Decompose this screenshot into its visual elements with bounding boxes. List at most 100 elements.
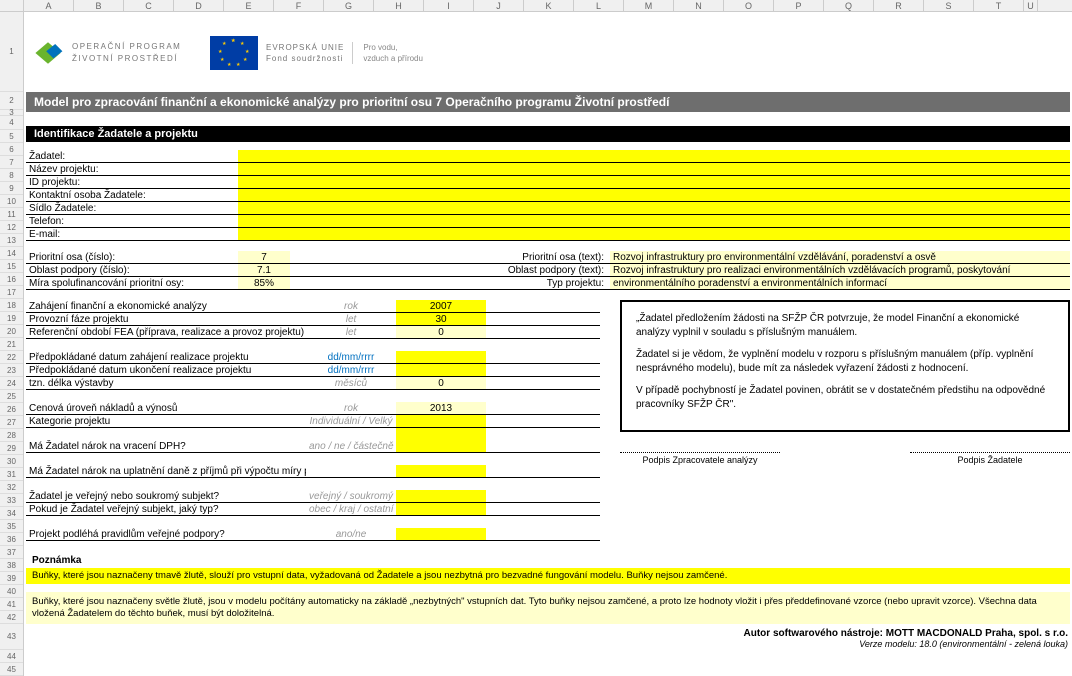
label: ID projektu: [26, 176, 238, 188]
label: Žadatel je veřejný nebo soukromý subjekt… [26, 490, 306, 502]
author-credit: Autor softwarového nástroje: MOTT MACDON… [24, 628, 1068, 639]
unit [306, 465, 396, 477]
gap [26, 339, 600, 351]
column-headers: ABCDEFGHIJKLMNOPQRSTU [0, 0, 1072, 12]
opzp-logo: OPERAČNÍ PROGRAM ŽIVOTNÍ PROSTŘEDÍ [30, 28, 200, 78]
value[interactable]: 2007 [396, 300, 486, 312]
section-identification: Identifikace Žadatele a projektu [26, 126, 1070, 142]
input-sidlo[interactable] [238, 202, 1070, 214]
id-row-sidlo: Sídlo Žadatele: [26, 202, 1070, 215]
value[interactable]: Rozvoj infrastruktury pro environmentáln… [610, 251, 1070, 263]
unit: rok [306, 402, 396, 414]
label: Kategorie projektu [26, 415, 306, 427]
id-row-nazev: Název projektu: [26, 163, 1070, 176]
opzp-text-2: ŽIVOTNÍ PROSTŘEDÍ [72, 53, 181, 65]
label: Prioritní osa (text): [290, 251, 610, 263]
label: Předpokládané datum ukončení realizace p… [26, 364, 306, 376]
eu-text-2: Fond soudržnosti [266, 53, 344, 64]
value[interactable]: 0 [396, 377, 486, 389]
value[interactable]: 30 [396, 313, 486, 325]
value[interactable]: Rozvoj infrastruktury pro realizaci envi… [610, 264, 1070, 276]
gap [26, 453, 600, 465]
label: Projekt podléhá pravidlům veřejné podpor… [26, 528, 306, 540]
signature-analyst: Podpis Zpracovatele analýzy [620, 452, 780, 465]
input-email[interactable] [238, 228, 1070, 240]
analysis-row: Kategorie projektuIndividuální / Velký [26, 415, 600, 428]
unit: veřejný / soukromý [306, 490, 396, 502]
unit: obec / kraj / ostatní veřejný [306, 503, 396, 515]
analysis-row: Pokud je Žadatel veřejný subjekt, jaký t… [26, 503, 600, 516]
cofinancing-row: Míra spolufinancování prioritní osy: 85%… [26, 277, 1070, 290]
label: Oblast podpory (číslo): [26, 264, 238, 276]
support-area-row: Oblast podpory (číslo): 7.1 Oblast podpo… [26, 264, 1070, 277]
value[interactable] [396, 440, 486, 452]
value[interactable] [396, 415, 486, 427]
label: Zahájení finanční a ekonomické analýzy [26, 300, 306, 312]
label: Typ projektu: [290, 277, 610, 289]
value[interactable] [396, 465, 486, 477]
input-kontakt[interactable] [238, 189, 1070, 201]
label: Má Žadatel nárok na uplatnění daně z pří… [26, 465, 306, 477]
label: Sídlo Žadatele: [26, 202, 238, 214]
id-row-telefon: Telefon: [26, 215, 1070, 228]
declaration-p2: Žadatel si je vědom, že vyplnění modelu … [636, 348, 1054, 376]
label: E-mail: [26, 228, 238, 240]
gap [26, 516, 600, 528]
note-yellow-cells: Buňky, které jsou naznačeny tmavě žlutě,… [26, 568, 1070, 584]
value[interactable]: environmentálního poradenství a environm… [610, 277, 1070, 289]
value[interactable]: 0 [396, 326, 486, 338]
unit: Individuální / Velký [306, 415, 396, 427]
label: Pokud je Žadatel veřejný subjekt, jaký t… [26, 503, 306, 515]
id-row-zadatel: Žadatel: [26, 150, 1070, 163]
unit: rok [306, 300, 396, 312]
right-column: „Žadatel předložením žádosti na SFŽP ČR … [620, 300, 1070, 541]
value[interactable] [396, 364, 486, 376]
unit: let [306, 313, 396, 325]
label: Cenová úroveň nákladů a výnosů [26, 402, 306, 414]
label: Má Žadatel nárok na vracení DPH? [26, 440, 306, 452]
analysis-row: Má Žadatel nárok na vracení DPH?ano / ne… [26, 440, 600, 453]
value[interactable] [396, 528, 486, 540]
gap [26, 478, 600, 490]
unit: ano / ne / částečně [306, 440, 396, 452]
gap [26, 390, 600, 402]
unit: dd/mm/rrrr [306, 351, 396, 363]
input-zadatel[interactable] [238, 150, 1070, 162]
document-title: Model pro zpracování finanční a ekonomic… [26, 92, 1070, 112]
input-idp[interactable] [238, 176, 1070, 188]
declaration-p1: „Žadatel předložením žádosti na SFŽP ČR … [636, 312, 1054, 340]
value[interactable] [396, 490, 486, 502]
analysis-inputs: Zahájení finanční a ekonomické analýzyro… [26, 300, 600, 541]
eu-flag-icon: ★★ ★★ ★★ ★★ ★★ [210, 36, 258, 70]
eu-sub-2: vzduch a přírodu [363, 53, 423, 64]
label: Žadatel: [26, 150, 238, 162]
value[interactable]: 85% [238, 277, 290, 289]
note-light-cells: Buňky, které jsou naznačeny světle žlutě… [26, 592, 1070, 624]
analysis-block: Zahájení finanční a ekonomické analýzyro… [26, 300, 1070, 541]
logo-header: OPERAČNÍ PROGRAM ŽIVOTNÍ PROSTŘEDÍ ★★ ★★… [24, 12, 1072, 92]
signature-applicant: Podpis Žadatele [910, 452, 1070, 465]
label: Referenční období FEA (příprava, realiza… [26, 326, 306, 338]
label: Míra spolufinancování prioritní osy: [26, 277, 238, 289]
label: Oblast podpory (text): [290, 264, 610, 276]
unit: měsíců [306, 377, 396, 389]
unit: dd/mm/rrrr [306, 364, 396, 376]
eu-logo-block: ★★ ★★ ★★ ★★ ★★ EVROPSKÁ UNIE Fond soudrž… [210, 36, 423, 70]
eu-text-1: EVROPSKÁ UNIE [266, 42, 344, 53]
declaration-p3: V případě pochybností je Žadatel povinen… [636, 384, 1054, 412]
input-nazev[interactable] [238, 163, 1070, 175]
label: tzn. délka výstavby [26, 377, 306, 389]
analysis-row: Provozní fáze projektulet30 [26, 313, 600, 326]
value[interactable]: 2013 [396, 402, 486, 414]
signature-area: Podpis Zpracovatele analýzy Podpis Žadat… [620, 452, 1070, 465]
opzp-icon [30, 35, 66, 71]
label: Předpokládané datum zahájení realizace p… [26, 351, 306, 363]
gap [26, 428, 600, 440]
label: Telefon: [26, 215, 238, 227]
value[interactable] [396, 351, 486, 363]
input-telefon[interactable] [238, 215, 1070, 227]
value[interactable] [396, 503, 486, 515]
value[interactable]: 7 [238, 251, 290, 263]
label: Kontaktní osoba Žadatele: [26, 189, 238, 201]
value[interactable]: 7.1 [238, 264, 290, 276]
